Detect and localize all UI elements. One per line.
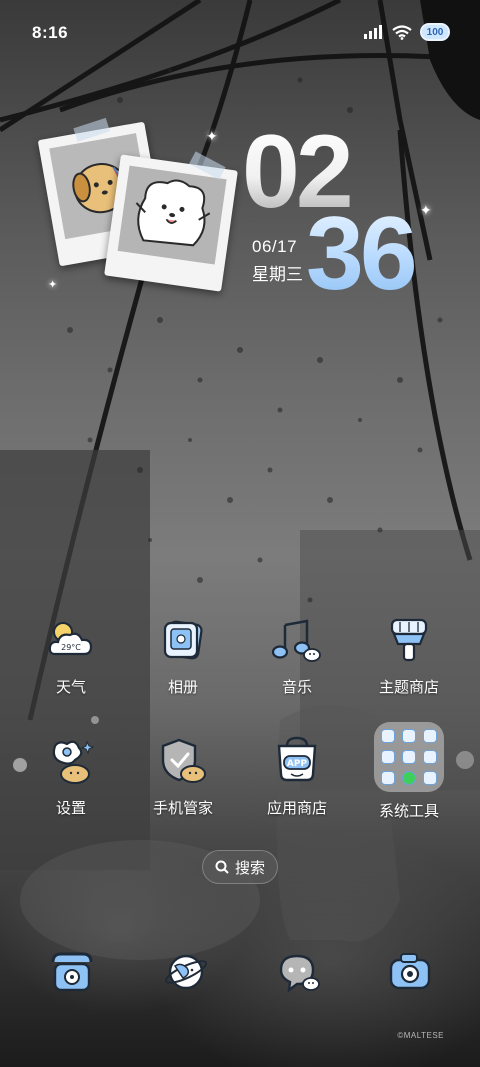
bear-photo <box>117 165 227 265</box>
dock-browser[interactable] <box>158 944 214 1000</box>
folder-app-icon <box>381 729 395 743</box>
dock-camera[interactable] <box>382 944 438 1000</box>
folder-app-icon <box>381 771 395 785</box>
app-label: 手机管家 <box>152 800 213 817</box>
app-label: 天气 <box>55 679 86 696</box>
app-theme-store[interactable]: 主题商店 <box>354 612 464 697</box>
app-music[interactable]: 音乐 <box>242 612 352 697</box>
folder-app-icon <box>423 771 437 785</box>
white-bear-illustration <box>117 165 227 265</box>
bear-photo-polaroid <box>104 151 238 292</box>
folder-app-icon <box>402 750 416 764</box>
folder-app-icon <box>381 750 395 764</box>
music-icon <box>269 612 325 668</box>
app-store-badge: APP <box>287 759 308 769</box>
folder-preview-grid <box>374 722 444 792</box>
battery-icon: 100 <box>420 23 450 41</box>
folder-app-icon <box>423 750 437 764</box>
search-icon <box>215 860 229 874</box>
gallery-icon <box>155 612 211 668</box>
app-store-icon: APP <box>269 733 325 789</box>
app-phone-manager[interactable]: 手机管家 <box>128 733 238 818</box>
app-label: 音乐 <box>281 679 312 696</box>
security-icon <box>155 733 211 789</box>
app-label: 系统工具 <box>378 803 439 820</box>
clock-widget[interactable]: ✦ ✦ ✦ 02 36 06/17 星期三 <box>37 117 450 320</box>
status-bar: 8:16 100 <box>0 0 480 66</box>
search-label: 搜索 <box>234 859 265 877</box>
dock-messages[interactable] <box>270 944 326 1000</box>
clock-weekday: 星期三 <box>252 265 303 284</box>
app-label: 相册 <box>167 679 198 696</box>
weather-icon: 29°C <box>43 612 99 668</box>
battery-level: 100 <box>426 26 444 38</box>
app-label: 应用商店 <box>266 800 327 817</box>
signal-icon <box>364 25 382 39</box>
system-tools-folder <box>374 722 444 792</box>
wifi-icon <box>392 24 412 40</box>
settings-icon <box>43 733 99 789</box>
phone-icon <box>51 952 93 992</box>
folder-app-icon <box>423 729 437 743</box>
messages-icon <box>279 954 320 993</box>
search-button[interactable]: 搜索 <box>202 850 278 884</box>
folder-app-icon <box>402 771 416 785</box>
clock-minute: 36 <box>306 196 418 312</box>
status-icons: 100 <box>364 23 450 41</box>
app-system-tools-folder[interactable]: 系统工具 <box>354 722 464 821</box>
browser-icon <box>164 954 208 990</box>
app-label: 设置 <box>55 800 86 817</box>
app-app-store[interactable]: APP 应用商店 <box>242 733 352 818</box>
status-time: 8:16 <box>32 23 69 42</box>
sparkle-icon: ✦ <box>48 279 58 291</box>
dock-phone[interactable] <box>44 944 100 1000</box>
camera-icon <box>389 953 431 990</box>
clock-date: 06/17 <box>252 237 298 256</box>
sparkle-icon: ✦ <box>206 128 218 144</box>
theme-watermark: ©MALTESE <box>397 1031 444 1040</box>
sparkle-icon: ✦ <box>420 202 432 218</box>
theme-store-icon <box>381 612 437 668</box>
app-gallery[interactable]: 相册 <box>128 612 238 697</box>
app-settings[interactable]: 设置 <box>16 733 126 818</box>
app-label: 主题商店 <box>378 679 439 696</box>
folder-app-icon <box>402 729 416 743</box>
weather-temp: 29°C <box>61 643 81 652</box>
app-weather[interactable]: 29°C 天气 <box>16 612 126 697</box>
